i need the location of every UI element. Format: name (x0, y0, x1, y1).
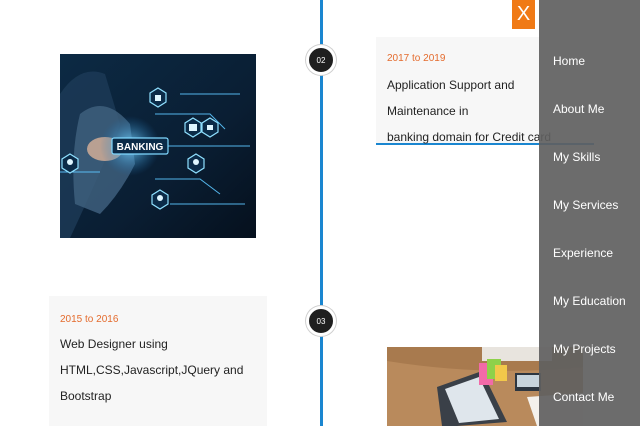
timeline-node-number: 02 (316, 55, 326, 65)
side-menu: Home About Me My Skills My Services Expe… (539, 0, 640, 426)
menu-item-my-projects[interactable]: My Projects (553, 342, 616, 356)
menu-item-experience[interactable]: Experience (553, 246, 613, 260)
close-icon: X (516, 3, 531, 25)
menu-item-my-education[interactable]: My Education (553, 294, 626, 308)
timeline-node: 02 (306, 45, 336, 75)
menu-item-contact-me[interactable]: Contact Me (553, 390, 614, 404)
timeline-node-number: 03 (316, 316, 326, 326)
menu-item-about-me[interactable]: About Me (553, 102, 604, 116)
timeline-node: 03 (306, 306, 336, 336)
banking-illustration: BANKING (60, 54, 256, 238)
banking-image: BANKING (60, 54, 256, 238)
timeline-page: 02 03 BANKING 2017 to 2019 Application S… (0, 0, 640, 426)
timeline-card: 2015 to 2016 Web Designer using HTML,CSS… (49, 296, 267, 426)
menu-item-my-skills[interactable]: My Skills (553, 150, 600, 164)
description-line: HTML,CSS,Javascript,JQuery and (60, 363, 244, 377)
description-line: Web Designer using (60, 337, 168, 351)
menu-item-home[interactable]: Home (553, 54, 585, 68)
close-menu-button[interactable]: X (512, 0, 535, 29)
timeline-date: 2015 to 2016 (60, 314, 119, 325)
timeline-description: Web Designer using HTML,CSS,Javascript,J… (60, 331, 257, 409)
description-line: Bootstrap (60, 389, 112, 403)
banking-label: BANKING (117, 142, 164, 153)
menu-item-my-services[interactable]: My Services (553, 198, 618, 212)
